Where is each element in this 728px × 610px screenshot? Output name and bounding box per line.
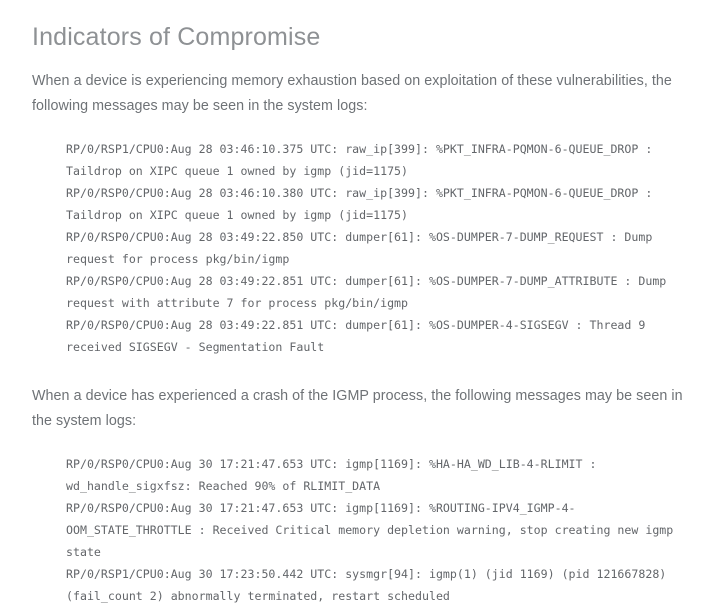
log-line: RP/0/RSP0/CPU0:Aug 30 17:21:47.653 UTC: …	[66, 501, 681, 559]
log-line: RP/0/RSP0/CPU0:Aug 28 03:49:22.851 UTC: …	[66, 318, 653, 354]
log-line: RP/0/RSP1/CPU0:Aug 30 17:23:50.442 UTC: …	[66, 567, 674, 603]
intro-paragraph-memory-exhaustion: When a device is experiencing memory exh…	[32, 73, 672, 114]
intro-paragraph-igmp-crash: When a device has experienced a crash of…	[32, 388, 683, 429]
log-line: RP/0/RSP0/CPU0:Aug 28 03:49:22.851 UTC: …	[66, 274, 674, 310]
log-line: RP/0/RSP0/CPU0:Aug 30 17:21:47.653 UTC: …	[66, 457, 604, 493]
document-page: Indicators of Compromise When a device i…	[0, 0, 728, 610]
log-code-block-igmp-crash: RP/0/RSP0/CPU0:Aug 30 17:21:47.653 UTC: …	[32, 453, 698, 607]
page-title: Indicators of Compromise	[32, 23, 321, 51]
log-line: RP/0/RSP0/CPU0:Aug 28 03:46:10.380 UTC: …	[66, 186, 660, 222]
log-code-block-memory-exhaustion: RP/0/RSP1/CPU0:Aug 28 03:46:10.375 UTC: …	[32, 138, 698, 358]
log-line: RP/0/RSP0/CPU0:Aug 28 03:49:22.850 UTC: …	[66, 230, 660, 266]
log-line: RP/0/RSP1/CPU0:Aug 28 03:46:10.375 UTC: …	[66, 142, 660, 178]
